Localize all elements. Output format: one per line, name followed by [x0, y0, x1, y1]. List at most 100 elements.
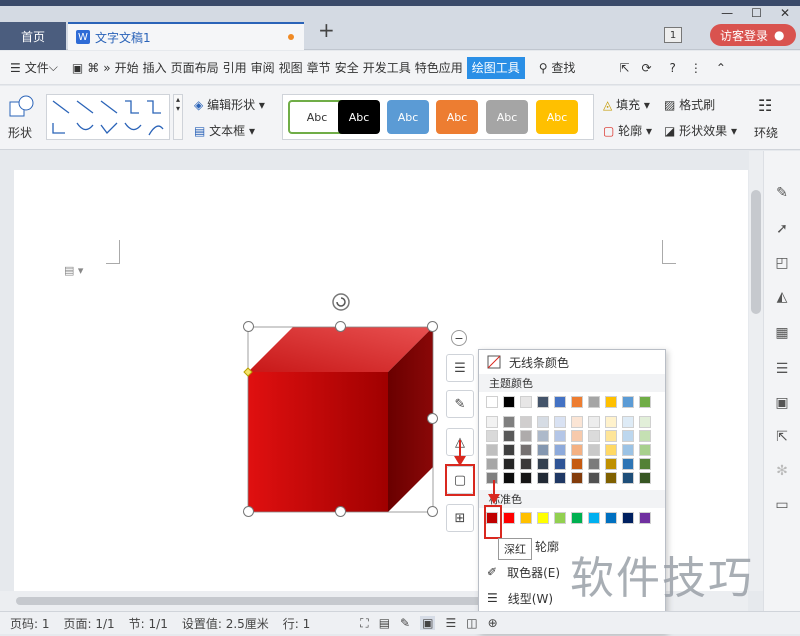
theme-shade-swatch[interactable] [571, 472, 583, 484]
gallery-scroll[interactable]: ▴ ▾ [173, 94, 183, 140]
help-icon[interactable]: ? [668, 57, 678, 79]
standard-color-swatch[interactable] [605, 512, 617, 524]
table-icon[interactable]: ▦ [773, 325, 791, 343]
theme-shade-swatch[interactable] [588, 430, 600, 442]
theme-shade-swatch[interactable] [605, 458, 617, 470]
fullscreen-icon[interactable]: ⛶ [360, 616, 368, 631]
theme-color-swatch[interactable] [486, 396, 498, 408]
theme-shade-swatch[interactable] [605, 444, 617, 456]
resize-handle[interactable] [427, 506, 438, 517]
wrap-label[interactable]: 环绕 [754, 124, 778, 141]
menu-item[interactable]: 安全 [333, 57, 361, 79]
standard-color-swatch[interactable] [588, 512, 600, 524]
doc-options-icon[interactable]: ▤ ▾ [64, 264, 83, 277]
settings-sliders-icon[interactable]: ☰ [773, 361, 791, 379]
theme-shade-swatch[interactable] [605, 472, 617, 484]
style-orange[interactable]: Abc [436, 100, 478, 134]
style-gold[interactable]: Abc [536, 100, 578, 134]
edit-mode-icon[interactable]: ✎ [400, 616, 410, 630]
theme-shade-swatch[interactable] [520, 472, 532, 484]
theme-color-swatch[interactable] [554, 396, 566, 408]
globe-icon[interactable]: ⊕ [488, 616, 498, 630]
gear-icon[interactable]: ✻ [773, 463, 791, 481]
menu-item[interactable]: 特色应用 [413, 57, 465, 79]
resize-handle[interactable] [335, 506, 346, 517]
no-line-color-option[interactable]: 无线条颜色 [479, 350, 665, 374]
theme-shade-swatch[interactable] [486, 444, 498, 456]
theme-shade-swatch[interactable] [537, 430, 549, 442]
image-icon[interactable]: ▣ [773, 395, 791, 413]
menu-item[interactable]: 视图 [277, 57, 305, 79]
outline-button[interactable]: ▢ 轮廓 ▾ [603, 122, 652, 139]
theme-shade-swatch[interactable] [486, 430, 498, 442]
theme-shade-swatch[interactable] [639, 472, 651, 484]
theme-shade-swatch[interactable] [520, 430, 532, 442]
theme-shade-swatch[interactable] [537, 416, 549, 428]
standard-color-swatch[interactable] [639, 512, 651, 524]
theme-shade-swatch[interactable] [622, 430, 634, 442]
menu-item[interactable]: 章节 [305, 57, 333, 79]
theme-shade-swatch[interactable] [588, 416, 600, 428]
theme-shade-swatch[interactable] [503, 416, 515, 428]
guest-login-button[interactable]: 访客登录 ● [710, 24, 796, 46]
theme-shade-swatch[interactable] [554, 458, 566, 470]
horizontal-scroll-thumb[interactable] [16, 597, 486, 605]
search-button[interactable]: ⚲ 查找 [537, 57, 578, 79]
theme-shade-swatch[interactable] [622, 416, 634, 428]
vertical-scroll-thumb[interactable] [751, 190, 761, 314]
theme-shade-swatch[interactable] [537, 458, 549, 470]
save-icon[interactable]: ▣ [70, 57, 85, 79]
share-icon[interactable]: ⇱ [617, 57, 631, 79]
menu-drawing-tools[interactable]: 绘图工具 [466, 56, 525, 79]
theme-shade-swatch[interactable] [537, 444, 549, 456]
theme-shade-swatch[interactable] [554, 430, 566, 442]
status-page-code[interactable]: 页码: 1 [10, 615, 50, 632]
theme-color-swatch[interactable] [537, 396, 549, 408]
standard-color-swatch[interactable] [554, 512, 566, 524]
cursor-icon[interactable]: ➚ [773, 221, 791, 239]
sync-icon[interactable]: ⟳ [639, 57, 653, 79]
hamburger-icon[interactable]: ☰ [8, 57, 23, 79]
style-icon[interactable]: ◭ [773, 289, 791, 307]
web-layout-icon[interactable]: ▤ [379, 616, 390, 630]
theme-shade-swatch[interactable] [571, 430, 583, 442]
theme-shade-swatch[interactable] [571, 444, 583, 456]
menu-item[interactable]: 审阅 [249, 57, 277, 79]
close-button[interactable]: ✕ [780, 6, 790, 20]
status-pages[interactable]: 页面: 1/1 [64, 615, 115, 632]
style-gray[interactable]: Abc [486, 100, 528, 134]
theme-color-swatch[interactable] [503, 396, 515, 408]
shape-label[interactable]: 形状 [8, 124, 32, 141]
theme-shade-swatch[interactable] [571, 416, 583, 428]
theme-shade-swatch[interactable] [588, 472, 600, 484]
theme-color-swatch[interactable] [588, 396, 600, 408]
theme-shade-swatch[interactable] [503, 472, 515, 484]
standard-color-swatch[interactable] [537, 512, 549, 524]
theme-shade-swatch[interactable] [554, 472, 566, 484]
style-black[interactable]: Abc [338, 100, 380, 134]
style-blue[interactable]: Abc [387, 100, 429, 134]
minimize-button[interactable]: — [721, 6, 733, 20]
resize-handle[interactable] [427, 413, 438, 424]
theme-shade-swatch[interactable] [639, 416, 651, 428]
collapse-ribbon-icon[interactable]: ⌃ [714, 57, 728, 79]
collapse-toolbar-icon[interactable]: − [451, 330, 467, 346]
theme-shade-swatch[interactable] [520, 444, 532, 456]
theme-shade-swatch[interactable] [622, 472, 634, 484]
more-tools-icon[interactable]: ⊞ [446, 504, 474, 532]
theme-shade-swatch[interactable] [503, 444, 515, 456]
shapes-icon[interactable]: ◰ [773, 255, 791, 273]
theme-shade-swatch[interactable] [486, 458, 498, 470]
resize-handle[interactable] [335, 321, 346, 332]
shape-icon[interactable] [8, 94, 36, 118]
format-painter-icon[interactable]: ⌘ [85, 57, 101, 79]
standard-color-swatch[interactable] [622, 512, 634, 524]
page-view-icon[interactable]: ▣ [420, 616, 436, 630]
share-out-icon[interactable]: ⇱ [773, 429, 791, 447]
archive-icon[interactable]: ▭ [773, 497, 791, 515]
theme-shade-swatch[interactable] [571, 458, 583, 470]
window-count-badge[interactable]: 1 [664, 27, 682, 43]
more-options-icon[interactable]: ⋮ [688, 57, 704, 79]
theme-color-swatch[interactable] [639, 396, 651, 408]
textbox-button[interactable]: ▤ 文本框 ▾ [194, 122, 255, 139]
